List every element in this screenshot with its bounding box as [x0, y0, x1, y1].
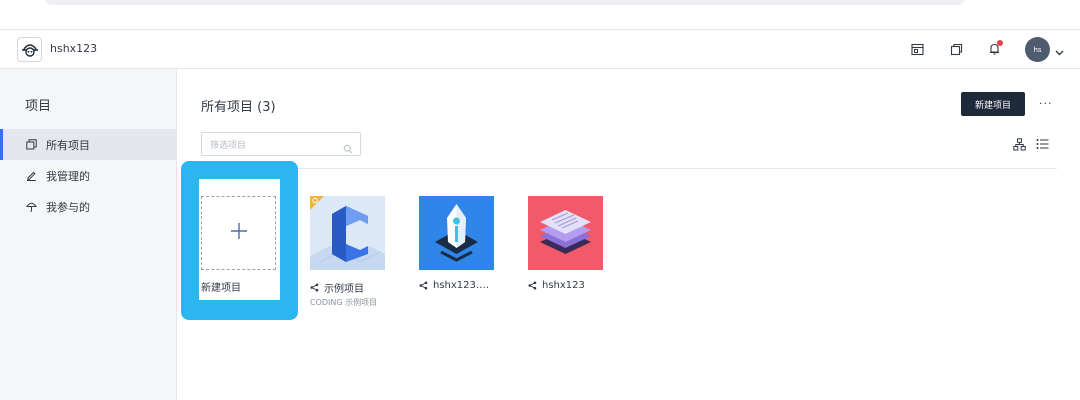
browser-top-strip — [0, 0, 1080, 30]
new-project-card-label[interactable]: 新建项目 — [201, 279, 241, 294]
chevron-down-icon[interactable] — [1054, 43, 1065, 62]
share-icon — [419, 281, 428, 290]
share-icon — [528, 281, 537, 290]
copy-icon — [25, 139, 37, 151]
app-header: hshx123 hs — [0, 30, 1080, 69]
bell-icon[interactable] — [985, 40, 1003, 58]
pencil-icon — [25, 170, 37, 182]
filter-projects-field — [201, 132, 361, 158]
project-name[interactable]: hshx123 — [528, 280, 585, 291]
sidebar-item-label: 我管理的 — [46, 169, 90, 183]
project-name-text: 示例项目 — [324, 284, 364, 295]
project-name[interactable]: hshx123.… — [419, 280, 489, 291]
share-icon — [310, 283, 319, 292]
team-name[interactable]: hshx123 — [50, 42, 97, 55]
filter-projects-input[interactable] — [202, 135, 332, 157]
project-name-text: hshx123 — [542, 280, 585, 291]
calendar-icon[interactable] — [908, 40, 926, 58]
divider — [201, 168, 1057, 169]
sidebar-item-label: 所有项目 — [46, 138, 90, 152]
more-options-button[interactable]: ··· — [1039, 97, 1053, 110]
tree-view-icon[interactable] — [1012, 137, 1026, 151]
project-subtitle: CODING 示例项目 — [310, 298, 378, 307]
umbrella-icon — [25, 201, 37, 213]
avatar[interactable]: hs — [1025, 37, 1050, 62]
new-project-tile[interactable] — [201, 196, 276, 270]
project-name-text: hshx123.… — [433, 280, 490, 291]
notification-dot — [997, 40, 1003, 46]
sidebar-title: 项目 — [25, 99, 52, 114]
search-icon — [343, 139, 353, 158]
sidebar-item-participated[interactable]: 我参与的 — [0, 191, 176, 222]
sidebar-item-all-projects[interactable]: 所有项目 — [0, 129, 176, 160]
sidebar-item-managed[interactable]: 我管理的 — [0, 160, 176, 191]
plus-icon — [230, 222, 248, 244]
sidebar-item-label: 我参与的 — [46, 200, 90, 214]
project-thumbnail[interactable] — [528, 196, 603, 270]
copy-icon[interactable] — [947, 40, 965, 58]
browser-url-bar[interactable] — [45, 0, 965, 5]
page-title: 所有项目 (3) — [201, 100, 276, 115]
project-thumbnail[interactable] — [419, 196, 494, 270]
coding-logo-icon[interactable] — [17, 37, 42, 62]
sidebar: 项目 所有项目 我管理的 我参与的 — [0, 69, 177, 400]
list-view-icon[interactable] — [1035, 137, 1049, 151]
new-project-button[interactable]: 新建项目 — [961, 92, 1025, 116]
example-project-thumbnail[interactable] — [310, 196, 385, 270]
project-name[interactable]: 示例项目 — [310, 280, 364, 295]
